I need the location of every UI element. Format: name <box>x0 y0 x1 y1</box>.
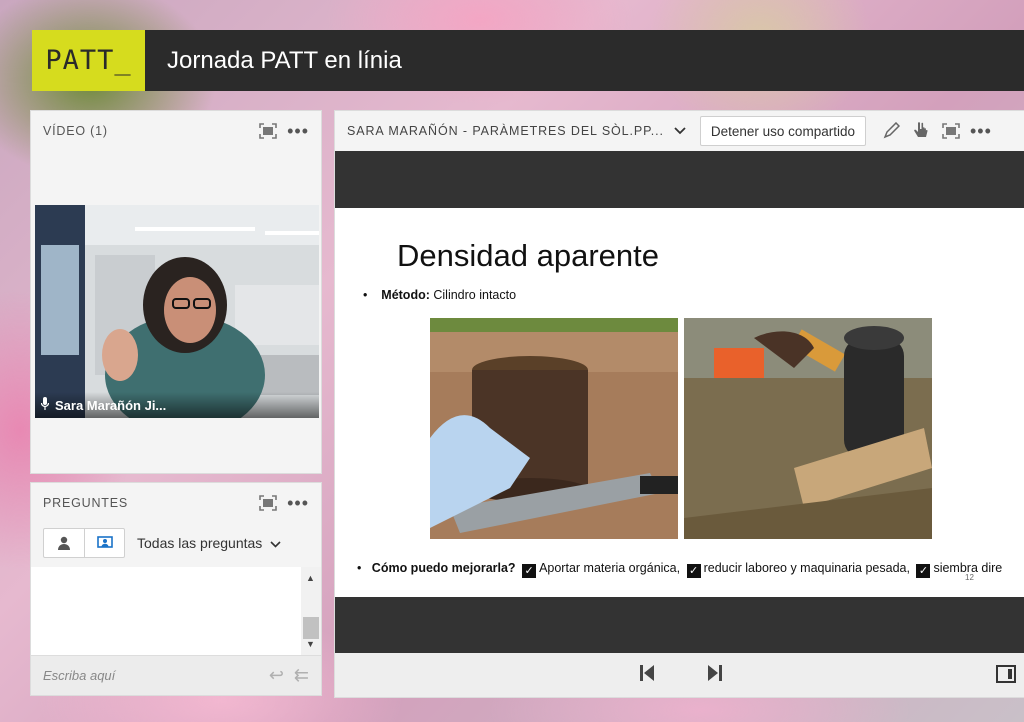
reply-all-icon[interactable]: ⇇ <box>294 665 309 686</box>
scroll-down-icon[interactable]: ▼ <box>306 639 315 649</box>
slide-title: Densidad aparente <box>397 238 659 273</box>
improve-bullet: • Cómo puedo mejorarla? ✓ Aportar materia… <box>357 561 1003 578</box>
video-pod-header: VÍDEO (1) ••• <box>31 111 321 151</box>
video-feed-image <box>35 205 319 418</box>
video-pod: VÍDEO (1) ••• Sara Marañón Ji... <box>30 110 322 474</box>
shared-document-title: SARA MARAÑÓN - PARÀMETRES DEL SÒL.PP... <box>347 124 664 138</box>
slide-page-number: 12 <box>965 573 974 582</box>
layout-icon[interactable] <box>996 665 1016 683</box>
presentation-slide: Densidad aparente • Método: Cilindro int… <box>335 208 1024 597</box>
questions-filter-dropdown[interactable]: Todas las preguntas <box>137 535 281 551</box>
improve-label: Cómo puedo mejorarla? <box>371 561 516 575</box>
stop-sharing-button[interactable]: Detener uso compartido <box>699 116 866 146</box>
fullscreen-icon[interactable] <box>257 492 279 514</box>
slide-navigation <box>335 653 1024 697</box>
scroll-up-icon[interactable]: ▲ <box>306 573 315 583</box>
soil-cylinder-photo <box>430 318 678 539</box>
reply-icon[interactable]: ↩ <box>269 665 284 686</box>
participant-name: Sara Marañón Ji... <box>55 397 167 413</box>
presenter-icon[interactable] <box>84 529 124 557</box>
prev-slide-icon[interactable] <box>639 664 655 687</box>
view-toggle <box>43 528 125 558</box>
question-input-placeholder: Escriba aquí <box>43 668 116 683</box>
patt-logo: PATT_ <box>32 30 145 91</box>
next-slide-icon[interactable] <box>707 664 723 687</box>
chevron-down-icon <box>270 535 281 551</box>
participant-caption: Sara Marañón Ji... <box>35 392 319 418</box>
fullscreen-icon[interactable] <box>940 120 962 142</box>
questions-pod-title: PREGUNTES <box>43 496 128 510</box>
app-header: PATT_ Jornada PATT en línia <box>32 30 1024 91</box>
hammer-cylinder-photo <box>684 318 932 539</box>
scroll-thumb[interactable] <box>303 617 319 639</box>
improve-item-1: Aportar materia orgánica, <box>539 561 681 575</box>
person-icon[interactable] <box>44 529 84 557</box>
questions-pod: PREGUNTES ••• Todas las preguntas ▲ ▼ Es… <box>30 482 322 696</box>
video-feed: Sara Marañón Ji... <box>35 205 319 418</box>
microphone-icon <box>40 397 50 413</box>
checkbox-checked-icon: ✓ <box>916 564 931 578</box>
chevron-down-icon[interactable] <box>674 124 686 138</box>
questions-list: ▲ ▼ <box>31 567 321 655</box>
method-bullet: • Método: Cilindro intacto <box>363 288 517 302</box>
method-label: Método: <box>381 288 430 302</box>
pointer-icon[interactable] <box>910 120 932 142</box>
filter-label: Todas las preguntas <box>137 535 263 551</box>
checkbox-checked-icon: ✓ <box>686 564 701 578</box>
annotate-icon[interactable] <box>880 120 902 142</box>
improve-item-2: reducir laboreo y maquinaria pesada, <box>703 561 910 575</box>
slide-bottom-band <box>335 597 1024 654</box>
share-pod-header: SARA MARAÑÓN - PARÀMETRES DEL SÒL.PP... … <box>335 111 1024 151</box>
questions-scrollbar[interactable]: ▲ ▼ <box>301 567 321 655</box>
method-value: Cilindro intacto <box>433 288 517 302</box>
questions-pod-header: PREGUNTES ••• <box>31 483 321 523</box>
slide-top-band <box>335 151 1024 208</box>
share-pod: SARA MARAÑÓN - PARÀMETRES DEL SÒL.PP... … <box>334 110 1024 698</box>
more-options-icon[interactable]: ••• <box>287 121 309 142</box>
question-input[interactable]: Escriba aquí ↩ ⇇ <box>31 655 321 695</box>
more-options-icon[interactable]: ••• <box>287 493 309 514</box>
video-pod-title: VÍDEO (1) <box>43 124 108 138</box>
meeting-title: Jornada PATT en línia <box>167 46 402 74</box>
checkbox-checked-icon: ✓ <box>522 564 537 578</box>
more-options-icon[interactable]: ••• <box>970 121 992 142</box>
fullscreen-icon[interactable] <box>257 120 279 142</box>
questions-toolbar: Todas las preguntas <box>31 523 321 563</box>
